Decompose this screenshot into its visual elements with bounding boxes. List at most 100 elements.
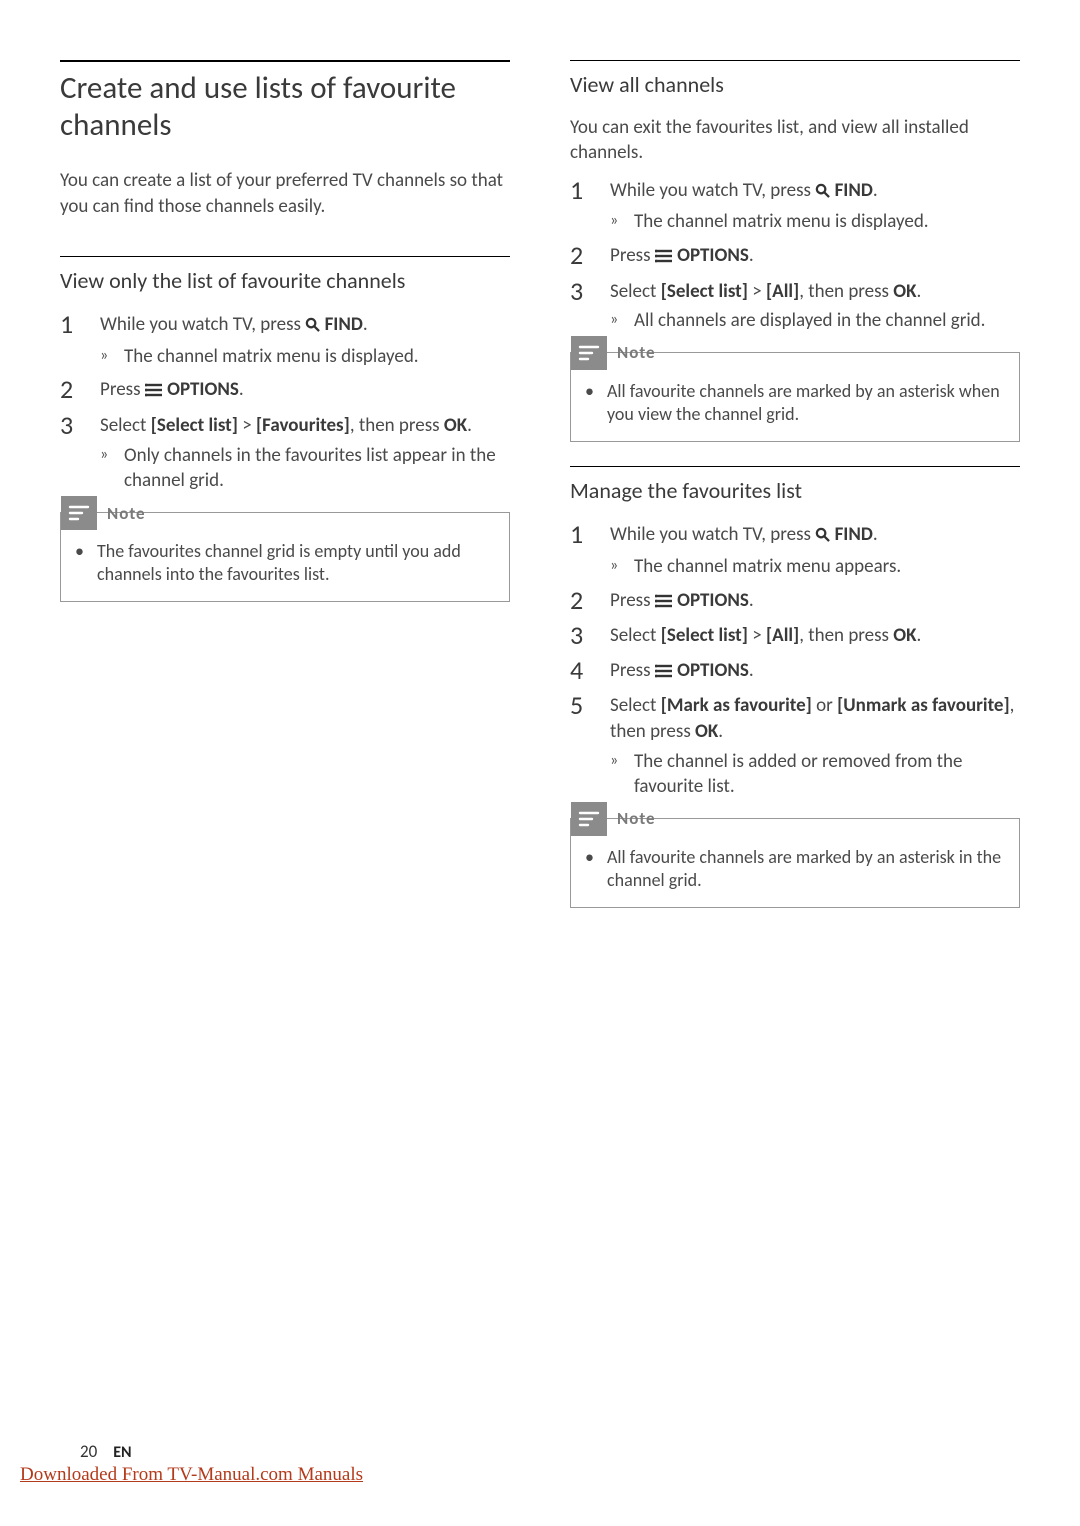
section-title: Manage the favourites list — [570, 477, 1020, 505]
download-link[interactable]: Downloaded From TV-Manual.com Manuals — [20, 1464, 363, 1485]
text: . — [917, 280, 922, 303]
bullet-icon: • — [75, 540, 89, 587]
options-icon — [655, 590, 673, 616]
page-footer: 20 EN Downloaded From TV-Manual.com Manu… — [20, 1464, 1080, 1486]
text: Press — [610, 244, 655, 267]
result: The channel is added or removed from the… — [634, 749, 1020, 800]
steps-list: While you watch TV, press FIND. »The cha… — [570, 176, 1020, 334]
manual-page: Create and use lists of favourite channe… — [0, 0, 1080, 932]
note-label: Note — [617, 808, 656, 829]
button-label: OPTIONS — [673, 589, 749, 612]
left-column: Create and use lists of favourite channe… — [60, 60, 510, 932]
result-arrow-icon: » — [610, 209, 634, 235]
section-title: View all channels — [570, 71, 1020, 99]
main-intro: You can create a list of your preferred … — [60, 168, 510, 219]
text: > — [748, 280, 766, 303]
result: The channel matrix menu is displayed. — [634, 209, 1020, 235]
step: Press OPTIONS. — [60, 375, 510, 405]
step: While you watch TV, press FIND. »The cha… — [60, 310, 510, 369]
text: , then press — [799, 624, 893, 647]
step: Select [Select list] > [All], then press… — [570, 621, 1020, 650]
note-label: Note — [617, 342, 656, 363]
step: Press OPTIONS. — [570, 586, 1020, 616]
text: . — [917, 624, 922, 647]
result-arrow-icon: » — [100, 443, 124, 494]
text: Select — [610, 280, 661, 303]
note-icon — [61, 496, 97, 530]
result: Only channels in the favourites list app… — [124, 443, 510, 494]
text: , then press — [350, 414, 444, 437]
section-title: View only the list of favourite channels — [60, 267, 510, 295]
note-text: All favourite channels are marked by an … — [607, 846, 1005, 893]
note-icon — [571, 802, 607, 836]
text: Select — [610, 624, 661, 647]
note-icon — [571, 336, 607, 370]
text: > — [238, 414, 256, 437]
text: . — [749, 244, 754, 267]
bullet-icon: • — [585, 846, 599, 893]
options-icon — [655, 245, 673, 271]
text: While you watch TV, press — [610, 523, 815, 546]
note-label: Note — [107, 503, 146, 524]
page-number: 20 — [80, 1441, 97, 1462]
step: Select [Select list] > [All], then press… — [570, 277, 1020, 334]
note-box: Note •All favourite channels are marked … — [570, 352, 1020, 442]
rule — [60, 60, 510, 62]
step: Press OPTIONS. — [570, 656, 1020, 686]
text: . — [363, 313, 368, 336]
button-label: OPTIONS — [673, 244, 749, 267]
note-box: Note •The favourites channel grid is emp… — [60, 512, 510, 602]
result-arrow-icon: » — [610, 554, 634, 580]
rule — [570, 60, 1020, 61]
main-title: Create and use lists of favourite channe… — [60, 70, 510, 144]
text: . — [749, 589, 754, 612]
note-text: All favourite channels are marked by an … — [607, 380, 1005, 427]
language-label: EN — [113, 1443, 131, 1462]
steps-list: While you watch TV, press FIND. »The cha… — [60, 310, 510, 494]
text: Press — [610, 659, 655, 682]
menu-item: [All] — [766, 280, 799, 303]
step: Select [Select list] > [Favourites], the… — [60, 411, 510, 494]
button-label: OPTIONS — [163, 378, 239, 401]
menu-item: [Select list] — [661, 280, 748, 303]
text: Select — [100, 414, 151, 437]
result: All channels are displayed in the channe… — [634, 308, 1020, 334]
menu-item: [Favourites] — [256, 414, 350, 437]
text: Select — [610, 694, 661, 717]
text: or — [812, 694, 837, 717]
step: While you watch TV, press FIND. »The cha… — [570, 520, 1020, 579]
button-label: OK — [444, 414, 467, 437]
result-arrow-icon: » — [610, 308, 634, 334]
result-arrow-icon: » — [100, 344, 124, 370]
button-label: FIND — [830, 179, 873, 202]
steps-list: While you watch TV, press FIND. »The cha… — [570, 520, 1020, 800]
right-column: View all channels You can exit the favou… — [570, 60, 1020, 932]
menu-item: [All] — [766, 624, 799, 647]
step: While you watch TV, press FIND. »The cha… — [570, 176, 1020, 235]
text: . — [718, 720, 723, 743]
step: Select [Mark as favourite] or [Unmark as… — [570, 691, 1020, 800]
result: The channel matrix menu appears. — [634, 554, 1020, 580]
find-icon — [305, 314, 320, 340]
section-intro: You can exit the favourites list, and vi… — [570, 115, 1020, 166]
rule — [60, 256, 510, 257]
button-label: OPTIONS — [673, 659, 749, 682]
options-icon — [655, 660, 673, 686]
rule — [570, 466, 1020, 467]
text: . — [467, 414, 472, 437]
menu-item: [Select list] — [661, 624, 748, 647]
bullet-icon: • — [585, 380, 599, 427]
text: . — [873, 179, 878, 202]
button-label: OK — [893, 624, 916, 647]
text: . — [873, 523, 878, 546]
menu-item: [Mark as favourite] — [661, 694, 812, 717]
button-label: FIND — [320, 313, 363, 336]
text: . — [749, 659, 754, 682]
text: . — [239, 378, 244, 401]
button-label: OK — [893, 280, 916, 303]
result-arrow-icon: » — [610, 749, 634, 800]
menu-item: [Select list] — [151, 414, 238, 437]
button-label: FIND — [830, 523, 873, 546]
note-text: The favourites channel grid is empty unt… — [97, 540, 495, 587]
text: > — [748, 624, 766, 647]
